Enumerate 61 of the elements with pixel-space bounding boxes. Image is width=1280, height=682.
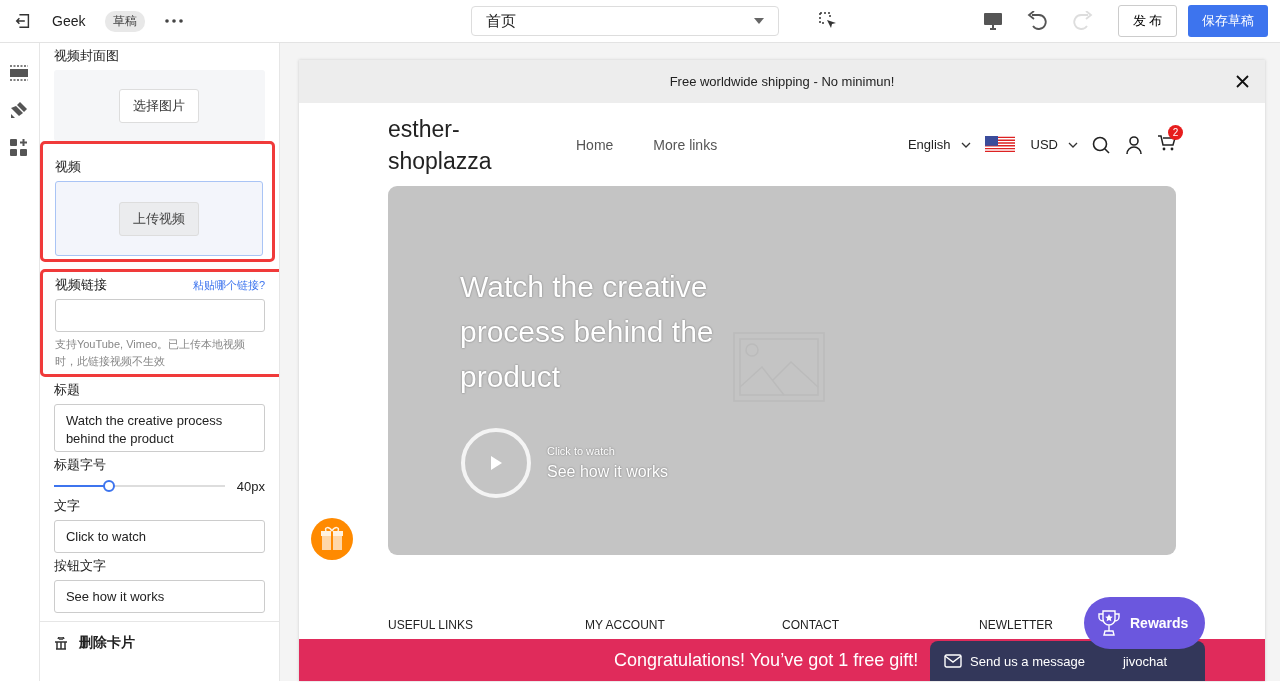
- help-link[interactable]: 粘贴哪个链接?: [192, 276, 265, 294]
- footer-heading: USEFUL LINKS: [388, 618, 473, 632]
- field-label: 视频封面图: [53, 47, 119, 65]
- field-label: 标题: [53, 381, 80, 399]
- undo-icon[interactable]: [1026, 11, 1048, 31]
- trophy-icon: [1098, 610, 1120, 636]
- trash-icon[interactable]: [54, 636, 67, 650]
- field-label: 文字: [53, 497, 80, 515]
- video-dropzone[interactable]: 上传视频: [54, 181, 263, 256]
- store-logo[interactable]: esther-shoplazza: [388, 112, 508, 177]
- gift-text: Congratulations! You’ve got 1 free gift!: [614, 649, 919, 671]
- status-badge: 草稿: [105, 10, 146, 32]
- field-label: 视频: [54, 158, 81, 176]
- mail-icon: [944, 654, 962, 668]
- delete-card-button[interactable]: 删除卡片: [78, 634, 135, 652]
- chevron-icon: [960, 141, 971, 148]
- video-link-field[interactable]: [54, 299, 265, 332]
- caret-icon: [754, 18, 764, 24]
- footer-heading: CONTACT: [782, 618, 840, 632]
- exit-icon[interactable]: [14, 12, 32, 30]
- text-field[interactable]: See how it works: [53, 580, 265, 613]
- image-dropzone[interactable]: 选择图片: [53, 70, 265, 141]
- account-icon[interactable]: [1126, 135, 1142, 154]
- more-icon[interactable]: [165, 19, 184, 23]
- field-label: 标题字号: [53, 456, 106, 474]
- field-label: 按钮文字: [53, 557, 106, 575]
- site-title: Geek: [52, 13, 86, 29]
- choose-image-button[interactable]: 选择图片: [119, 88, 200, 123]
- text-field[interactable]: Click to watch: [53, 520, 265, 553]
- flag-icon: [984, 135, 1015, 154]
- nav-link[interactable]: Home: [576, 136, 614, 153]
- footer-heading: NEWLETTER: [979, 618, 1053, 632]
- page-select[interactable]: 首页: [471, 6, 779, 36]
- search-icon[interactable]: [1092, 135, 1110, 154]
- nav-link[interactable]: More links: [653, 136, 718, 153]
- slider-thumb[interactable]: [102, 480, 115, 492]
- chevron-icon: [1068, 141, 1078, 148]
- add-block-icon[interactable]: [10, 139, 29, 157]
- publish-button[interactable]: 发 布: [1118, 5, 1177, 37]
- desktop-icon[interactable]: [984, 12, 1002, 30]
- rewards-button[interactable]: Rewards: [1084, 597, 1205, 649]
- announcement-text: Free worldwide shipping - No minimun!: [669, 74, 895, 89]
- cart-icon[interactable]: [1158, 135, 1176, 151]
- chat-brand: jivochat: [1122, 653, 1167, 669]
- chat-popup[interactable]: Send us a message jivochat: [930, 641, 1205, 681]
- brush-icon[interactable]: [10, 101, 29, 119]
- banner-title: Watch the creative process behind the product: [460, 269, 715, 395]
- currency-select[interactable]: USD: [1030, 137, 1078, 152]
- field-label: 视频链接: [54, 276, 107, 294]
- section-icon[interactable]: [10, 65, 29, 81]
- select-element-icon[interactable]: [819, 12, 837, 30]
- save-draft-button[interactable]: 保存草稿: [1188, 5, 1268, 37]
- cart-count-badge: 2: [1168, 125, 1183, 140]
- close-icon[interactable]: [1236, 75, 1249, 88]
- slider-value: 40px: [235, 478, 265, 494]
- language-select[interactable]: English: [907, 137, 971, 152]
- upload-video-button[interactable]: 上传视频: [118, 201, 199, 236]
- footer-heading: MY ACCOUNT: [585, 618, 665, 632]
- chat-text: Send us a message: [970, 653, 1085, 669]
- title-field[interactable]: Watch the creative process behind the product: [53, 404, 265, 452]
- field-hint: 支持YouTube, Vimeo。已上传本地视频时，此链接视频不生效: [54, 337, 247, 369]
